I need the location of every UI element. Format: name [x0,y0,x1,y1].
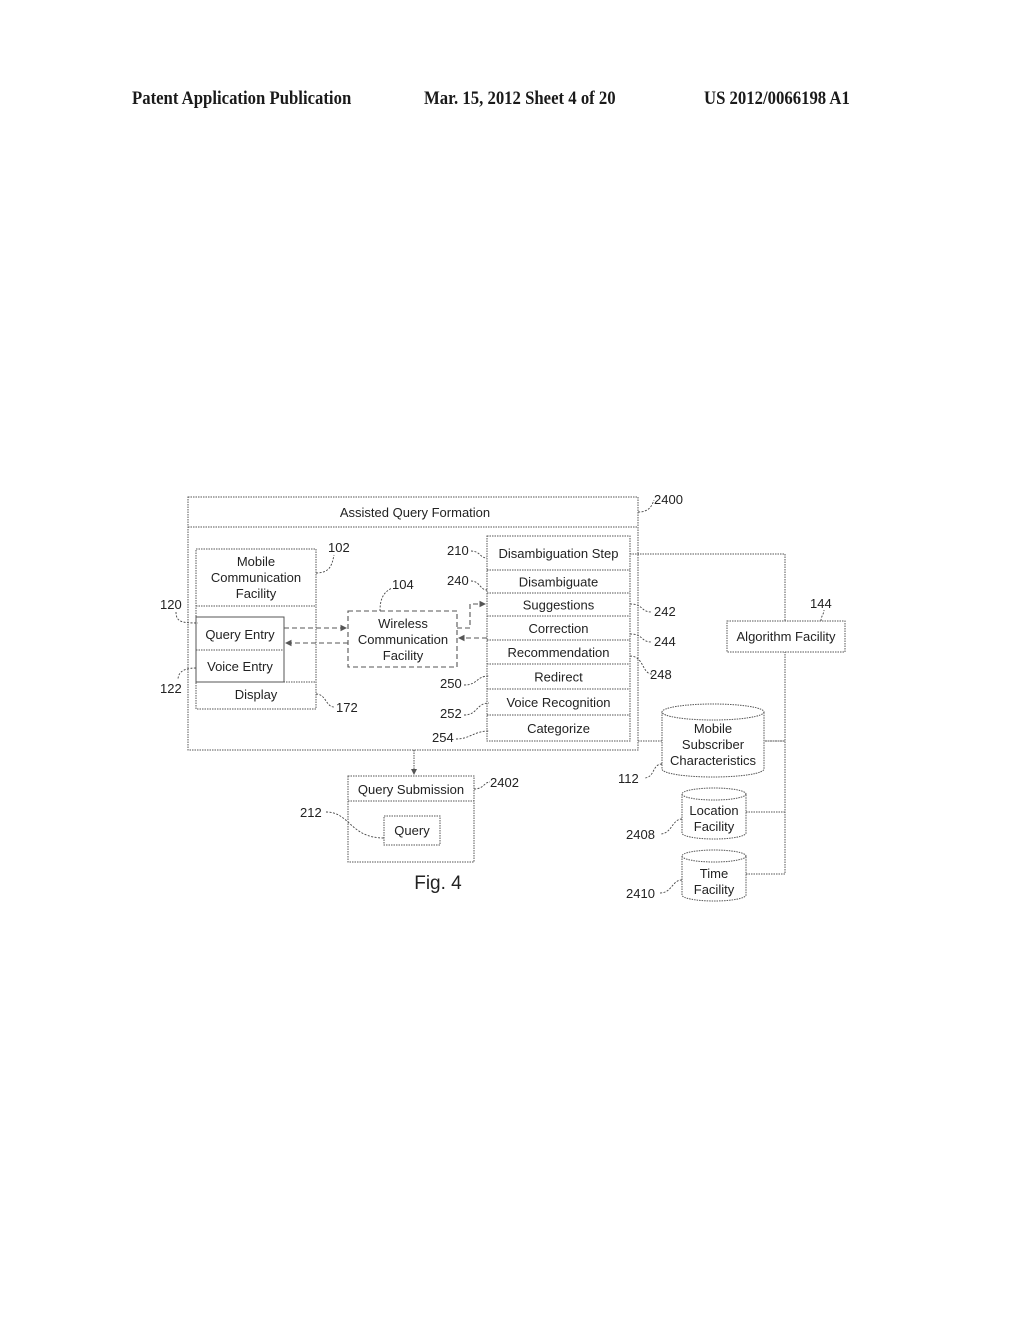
ref-210: 210 [447,543,469,558]
mcf-title-line-3: Facility [236,586,277,601]
query-label: Query [394,823,430,838]
step-recommendation: Recommendation [508,645,610,660]
mobile-subscriber-characteristics-db: Mobile Subscriber Characteristics 112 [618,703,765,786]
ref-144: 144 [810,596,832,611]
step-voice-recognition: Voice Recognition [506,695,610,710]
ref-240: 240 [447,573,469,588]
step-redirect: Redirect [534,670,583,685]
step-stack-frame [486,535,631,742]
location-facility-db: Location Facility 2408 [626,787,747,842]
mcf-title-line-2: Communication [211,570,301,585]
ref-102: 102 [328,540,350,555]
step-categorize: Categorize [527,721,590,736]
step-disambiguate: Disambiguate [519,575,599,590]
mcf-title-line-1: Mobile [237,554,275,569]
ref-104: 104 [392,577,414,592]
location-line-1: Location [689,803,738,818]
step-suggestions: Suggestions [523,598,595,613]
time-line-2: Facility [694,882,735,897]
query-submission-box: Query Submission 2402 Query 212 [300,775,519,863]
ref-120: 120 [160,597,182,612]
wcf-line-3: Facility [383,648,424,663]
query-submission-label: Query Submission [358,782,464,797]
time-facility-db: Time Facility 2410 [626,849,747,902]
ref-2408: 2408 [626,827,655,842]
voice-entry-label: Voice Entry [207,659,273,674]
ref-122: 122 [160,681,182,696]
ref-254: 254 [432,730,454,745]
assisted-query-formation-title: Assisted Query Formation [340,505,490,520]
ref-242: 242 [654,604,676,619]
ref-172: 172 [336,700,358,715]
ref-112: 112 [618,771,639,786]
query-entry-label: Query Entry [205,627,275,642]
figure-4-diagram: Assisted Query Formation 2400 Mobile Com… [160,492,846,902]
ref-2402: 2402 [490,775,519,790]
ref-2410: 2410 [626,886,655,901]
msc-line-2: Subscriber [682,737,745,752]
step-disambiguation-step: Disambiguation Step [499,546,619,561]
ref-248: 248 [650,667,672,682]
ref-212: 212 [300,805,322,820]
ref-250: 250 [440,676,462,691]
wcf-line-2: Communication [358,632,448,647]
ref-244: 244 [654,634,676,649]
step-correction: Correction [529,621,589,636]
msc-line-3: Characteristics [670,753,756,768]
display-label: Display [235,687,278,702]
ref-2400: 2400 [654,492,683,507]
ref-252: 252 [440,706,462,721]
figure-label: Fig. 4 [414,873,462,894]
msc-line-1: Mobile [694,721,732,736]
location-line-2: Facility [694,819,735,834]
algorithm-facility-label: Algorithm Facility [737,629,836,644]
time-line-1: Time [700,866,728,881]
algorithm-facility: Algorithm Facility 144 [726,596,846,653]
wcf-line-1: Wireless [378,616,428,631]
